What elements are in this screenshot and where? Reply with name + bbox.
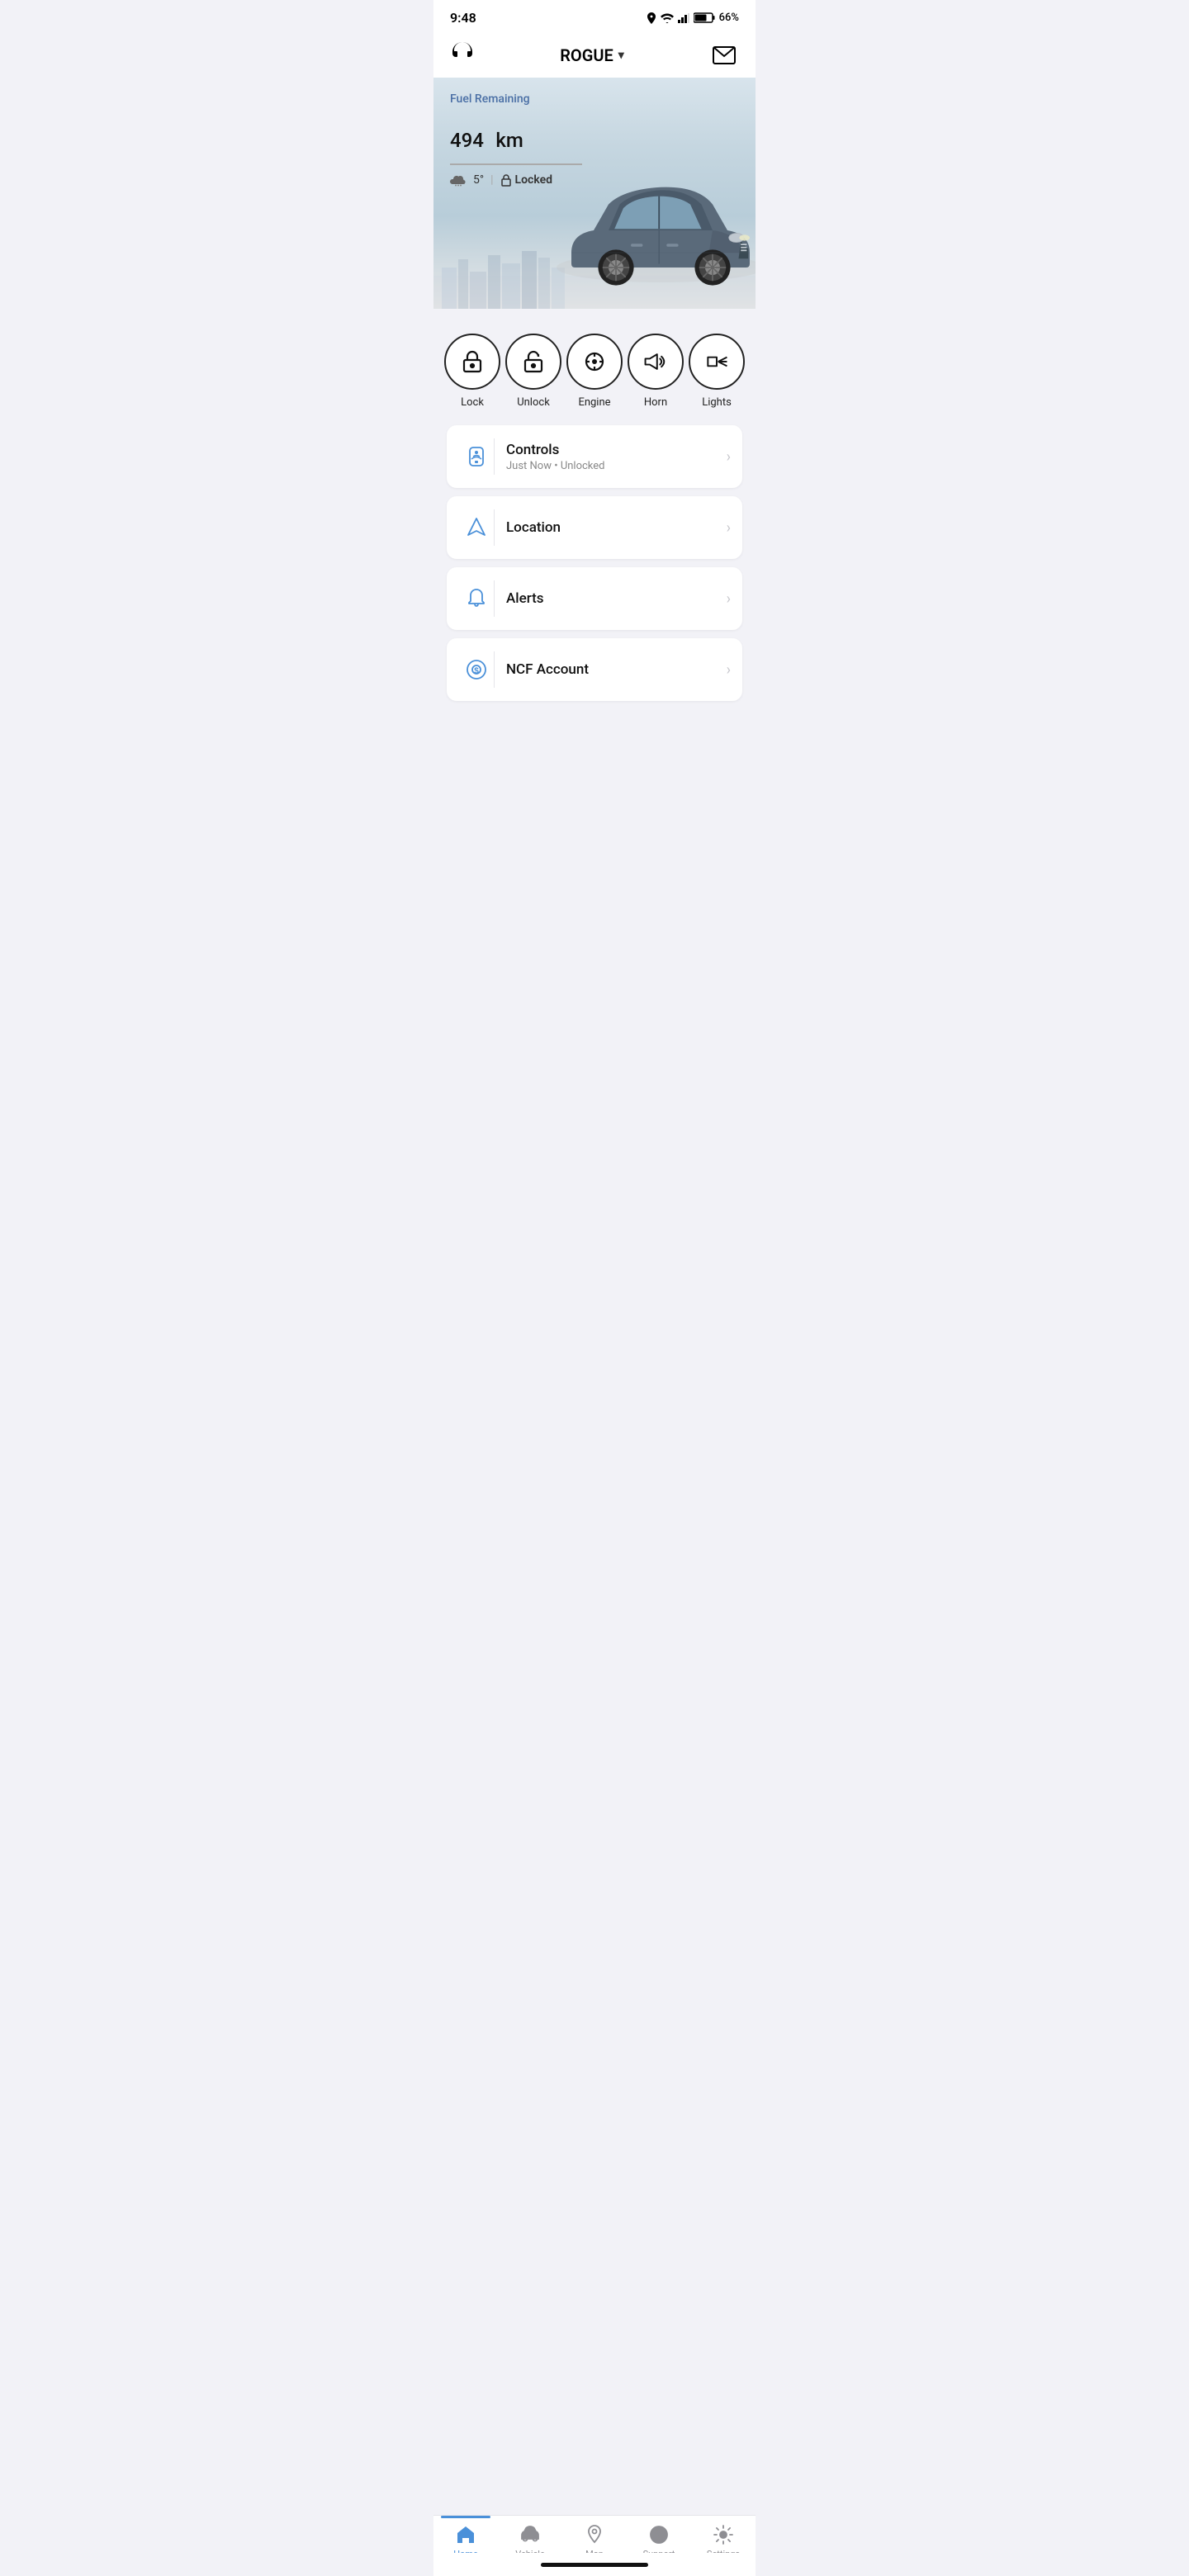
settings-nav-icon xyxy=(713,2524,734,2545)
vehicle-name: ROGUE xyxy=(560,45,613,65)
car-image xyxy=(549,152,756,309)
engine-label: Engine xyxy=(578,396,610,409)
controls-menu-text: Controls Just Now • Unlocked xyxy=(506,442,727,472)
mail-icon xyxy=(713,46,736,64)
ncf-menu-text: NCF Account xyxy=(506,661,727,678)
lock-button[interactable] xyxy=(444,334,500,390)
location-menu-icon-wrap xyxy=(458,509,495,546)
weather-icon xyxy=(450,173,467,187)
bell-icon xyxy=(466,588,487,609)
hero-section: Fuel Remaining 494 km 5° | Locked xyxy=(433,78,756,309)
signal-icon xyxy=(678,13,689,23)
chevron-down-icon: ▾ xyxy=(618,49,624,62)
engine-button[interactable] xyxy=(566,334,623,390)
lock-status-icon xyxy=(500,173,512,187)
alerts-chevron: › xyxy=(727,590,731,608)
engine-control[interactable]: Engine xyxy=(566,334,623,409)
mail-button[interactable] xyxy=(709,44,739,67)
lights-icon xyxy=(703,348,730,375)
lights-label: Lights xyxy=(702,396,732,409)
location-title: Location xyxy=(506,519,727,536)
alerts-menu-text: Alerts xyxy=(506,590,727,607)
lock-status: Locked xyxy=(500,173,552,187)
horn-control[interactable]: Horn xyxy=(628,334,684,409)
menu-list: Controls Just Now • Unlocked › Location … xyxy=(433,417,756,709)
ncf-title: NCF Account xyxy=(506,661,727,678)
home-indicator xyxy=(541,2563,648,2567)
status-icons: 66% xyxy=(647,12,739,24)
vehicle-nav-icon xyxy=(519,2524,541,2545)
unlock-icon xyxy=(520,348,547,375)
horn-icon xyxy=(642,348,669,375)
map-nav-icon xyxy=(584,2524,605,2545)
location-icon xyxy=(466,517,487,538)
controls-title: Controls xyxy=(506,442,727,458)
support-headset-button[interactable] xyxy=(450,40,475,69)
location-menu-text: Location xyxy=(506,519,727,536)
alerts-menu-icon-wrap xyxy=(458,580,495,617)
lock-icon xyxy=(459,348,486,375)
car-svg xyxy=(549,152,756,309)
headset-icon xyxy=(450,40,475,64)
alerts-title: Alerts xyxy=(506,590,727,607)
svg-text:$: $ xyxy=(474,667,479,676)
lock-label: Lock xyxy=(461,396,484,409)
battery-percent: 66% xyxy=(719,12,739,24)
controls-menu-icon-wrap xyxy=(458,438,495,475)
lock-control[interactable]: Lock xyxy=(444,334,500,409)
wifi-icon xyxy=(661,13,674,23)
location-status-icon xyxy=(647,12,656,24)
app-header: ROGUE ▾ xyxy=(433,32,756,78)
alerts-menu-item[interactable]: Alerts › xyxy=(447,567,742,630)
ncf-menu-item[interactable]: $ NCF Account › xyxy=(447,638,742,701)
unlock-button[interactable] xyxy=(505,334,561,390)
controls-row: Lock Unlock Engine xyxy=(433,309,756,417)
controls-menu-item[interactable]: Controls Just Now • Unlocked › xyxy=(447,425,742,488)
fuel-amount: 494 km xyxy=(450,106,739,159)
support-nav-icon xyxy=(648,2524,670,2545)
location-chevron: › xyxy=(727,519,731,537)
ncf-menu-icon-wrap: $ xyxy=(458,651,495,688)
lights-button[interactable] xyxy=(689,334,745,390)
status-bar: 9:48 66% xyxy=(433,0,756,32)
horn-label: Horn xyxy=(644,396,667,409)
horn-button[interactable] xyxy=(628,334,684,390)
account-icon: $ xyxy=(466,659,487,680)
controls-chevron: › xyxy=(727,448,731,466)
controls-subtitle: Just Now • Unlocked xyxy=(506,460,727,472)
vehicle-selector[interactable]: ROGUE ▾ xyxy=(560,45,624,65)
home-nav-icon xyxy=(455,2524,476,2545)
remote-icon xyxy=(466,446,487,467)
engine-icon xyxy=(581,348,608,375)
location-menu-item[interactable]: Location › xyxy=(447,496,742,559)
unlock-control[interactable]: Unlock xyxy=(505,334,561,409)
status-time: 9:48 xyxy=(450,10,476,26)
battery-icon xyxy=(694,12,715,23)
unlock-label: Unlock xyxy=(517,396,550,409)
lights-control[interactable]: Lights xyxy=(689,334,745,409)
temperature: 5° xyxy=(473,173,484,187)
ncf-chevron: › xyxy=(727,661,731,679)
